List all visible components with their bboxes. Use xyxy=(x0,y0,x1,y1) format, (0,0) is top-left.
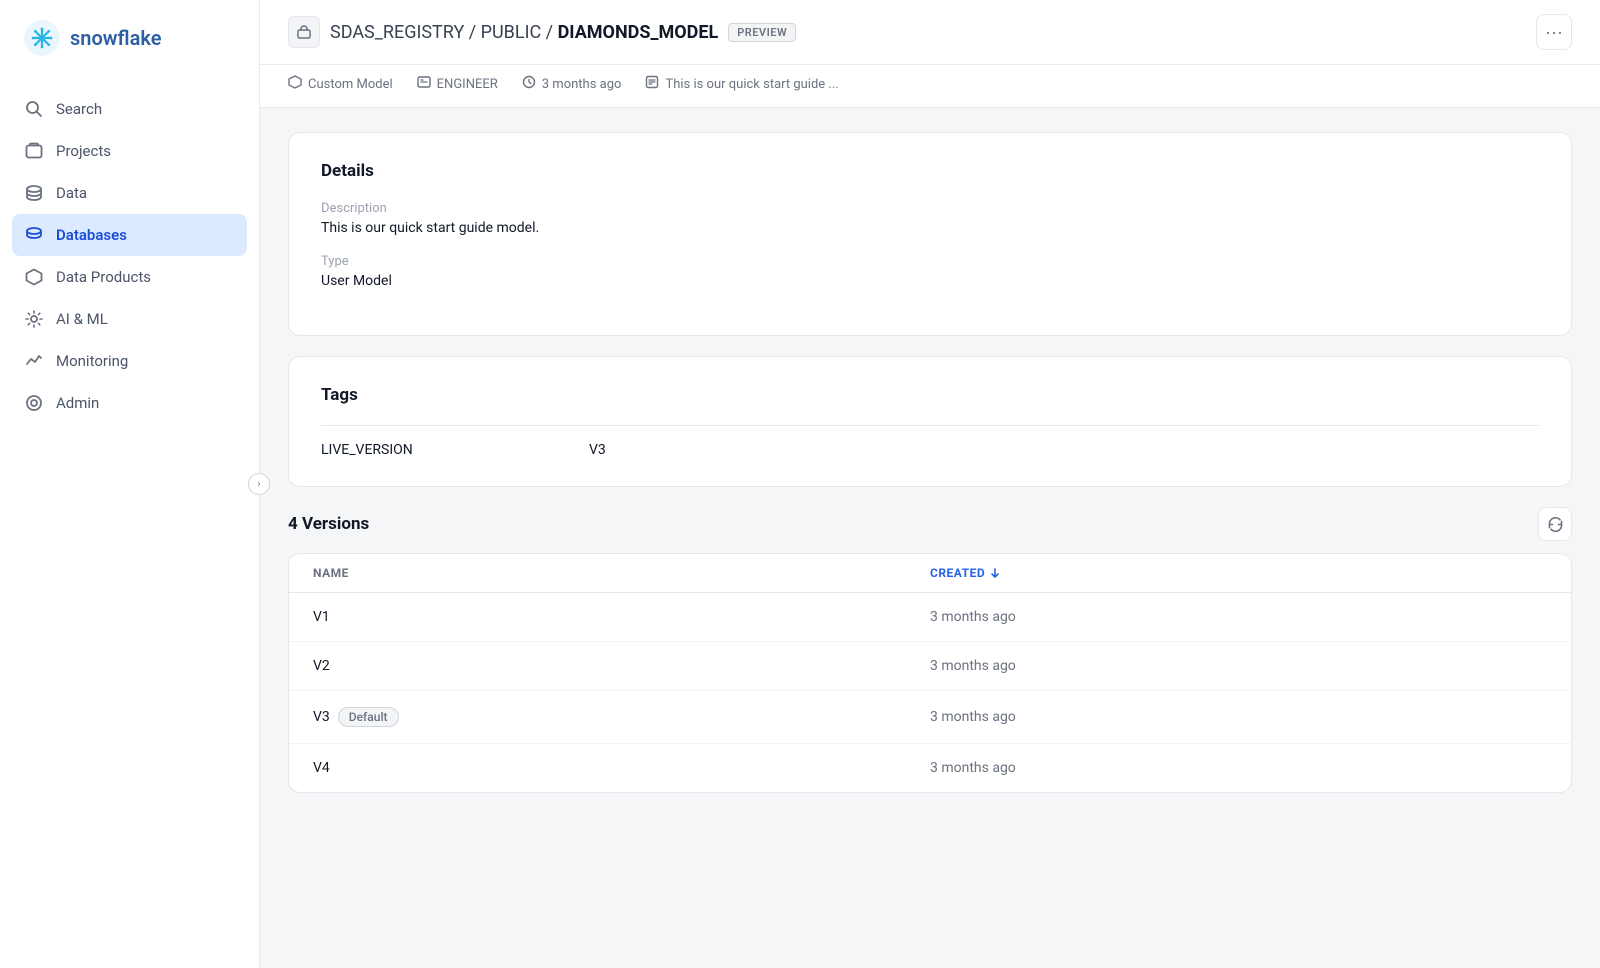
breadcrumb-sep1: / xyxy=(469,22,481,43)
versions-section: 4 Versions NAME CREATED xyxy=(288,507,1572,793)
meta-time-label: 3 months ago xyxy=(542,77,622,92)
description-label: Description xyxy=(321,201,1539,216)
meta-description-short: This is our quick start guide ... xyxy=(645,75,838,93)
description-value: This is our quick start guide model. xyxy=(321,220,1539,236)
tag-key: LIVE_VERSION xyxy=(321,442,581,458)
sidebar-collapse-toggle[interactable]: › xyxy=(248,473,270,495)
type-value: User Model xyxy=(321,273,1539,289)
versions-table: NAME CREATED V1 3 months ago V2 xyxy=(288,553,1572,793)
col-header-created[interactable]: CREATED xyxy=(930,566,1547,580)
meta-type-label: Custom Model xyxy=(308,77,393,92)
meta-time: 3 months ago xyxy=(522,75,622,93)
versions-header: 4 Versions xyxy=(288,507,1572,541)
sidebar-item-search[interactable]: Search xyxy=(0,88,259,130)
version-name-v2: V2 xyxy=(313,658,930,674)
version-name-v3: V3 Default xyxy=(313,707,930,727)
tag-value: V3 xyxy=(589,442,606,458)
breadcrumb-registry: SDAS_REGISTRY xyxy=(330,22,464,43)
sidebar: snowflake Search Projects Data xyxy=(0,0,260,968)
sidebar-item-admin[interactable]: Admin xyxy=(0,382,259,424)
monitoring-icon xyxy=(24,351,44,371)
meta-type: Custom Model xyxy=(288,75,393,93)
model-type-icon xyxy=(288,75,302,93)
projects-icon xyxy=(24,141,44,161)
refresh-button[interactable] xyxy=(1538,507,1572,541)
version-created-v2: 3 months ago xyxy=(930,658,1547,674)
meta-description-text: This is our quick start guide ... xyxy=(665,77,838,92)
table-row[interactable]: V4 3 months ago xyxy=(289,744,1571,792)
sidebar-item-data[interactable]: Data xyxy=(0,172,259,214)
breadcrumb-sep2: / xyxy=(546,22,558,43)
more-options-button[interactable]: ··· xyxy=(1536,14,1572,50)
content-area: Details Description This is our quick st… xyxy=(260,108,1600,968)
sidebar-label-projects: Projects xyxy=(56,142,111,160)
table-header: NAME CREATED xyxy=(289,554,1571,593)
default-badge: Default xyxy=(338,707,399,727)
admin-icon xyxy=(24,393,44,413)
clock-icon xyxy=(522,75,536,93)
sidebar-label-search: Search xyxy=(56,100,102,118)
sidebar-navigation: Search Projects Data Databases xyxy=(0,76,259,968)
brand-name: snowflake xyxy=(70,26,161,50)
snowflake-logo-icon xyxy=(24,20,60,56)
tags-divider xyxy=(321,425,1539,426)
sort-desc-icon xyxy=(989,567,1001,579)
sidebar-item-ai-ml[interactable]: AI & ML xyxy=(0,298,259,340)
tags-card-title: Tags xyxy=(321,385,1539,405)
data-products-icon xyxy=(24,267,44,287)
breadcrumb-schema: PUBLIC xyxy=(481,22,542,43)
meta-owner-label: ENGINEER xyxy=(437,77,498,92)
sidebar-label-databases: Databases xyxy=(56,226,127,244)
sidebar-label-admin: Admin xyxy=(56,394,99,412)
version-created-v3: 3 months ago xyxy=(930,709,1547,725)
sidebar-item-monitoring[interactable]: Monitoring xyxy=(0,340,259,382)
page-header: SDAS_REGISTRY / PUBLIC / DIAMONDS_MODEL … xyxy=(260,0,1600,65)
breadcrumb-model: DIAMONDS_MODEL xyxy=(558,22,719,43)
meta-owner: ENGINEER xyxy=(417,75,498,93)
main-content: SDAS_REGISTRY / PUBLIC / DIAMONDS_MODEL … xyxy=(260,0,1600,968)
search-icon xyxy=(24,99,44,119)
sidebar-label-data-products: Data Products xyxy=(56,268,151,286)
sidebar-item-projects[interactable]: Projects xyxy=(0,130,259,172)
version-name-v1: V1 xyxy=(313,609,930,625)
tags-card: Tags LIVE_VERSION V3 xyxy=(288,356,1572,487)
table-row[interactable]: V2 3 months ago xyxy=(289,642,1571,691)
sidebar-item-data-products[interactable]: Data Products xyxy=(0,256,259,298)
sidebar-label-monitoring: Monitoring xyxy=(56,352,128,370)
breadcrumb-icon xyxy=(288,16,320,48)
sidebar-label-ai-ml: AI & ML xyxy=(56,310,108,328)
header-left: SDAS_REGISTRY / PUBLIC / DIAMONDS_MODEL … xyxy=(288,16,796,48)
details-card: Details Description This is our quick st… xyxy=(288,132,1572,336)
sidebar-label-data: Data xyxy=(56,184,87,202)
version-name-v4: V4 xyxy=(313,760,930,776)
refresh-icon xyxy=(1548,517,1563,532)
type-label: Type xyxy=(321,254,1539,269)
data-icon xyxy=(24,183,44,203)
sidebar-item-databases[interactable]: Databases xyxy=(12,214,247,256)
versions-title: 4 Versions xyxy=(288,514,369,534)
breadcrumb: SDAS_REGISTRY / PUBLIC / DIAMONDS_MODEL xyxy=(330,22,718,43)
sidebar-logo: snowflake xyxy=(0,0,259,76)
version-created-v1: 3 months ago xyxy=(930,609,1547,625)
owner-icon xyxy=(417,75,431,93)
databases-icon xyxy=(24,225,44,245)
tag-row: LIVE_VERSION V3 xyxy=(321,442,1539,458)
description-icon xyxy=(645,75,659,93)
table-row[interactable]: V3 Default 3 months ago xyxy=(289,691,1571,744)
table-row[interactable]: V1 3 months ago xyxy=(289,593,1571,642)
details-card-title: Details xyxy=(321,161,1539,181)
ai-icon xyxy=(24,309,44,329)
meta-bar: Custom Model ENGINEER 3 months ago This … xyxy=(260,65,1600,108)
version-created-v4: 3 months ago xyxy=(930,760,1547,776)
col-header-name: NAME xyxy=(313,566,930,580)
preview-badge: PREVIEW xyxy=(728,23,796,42)
